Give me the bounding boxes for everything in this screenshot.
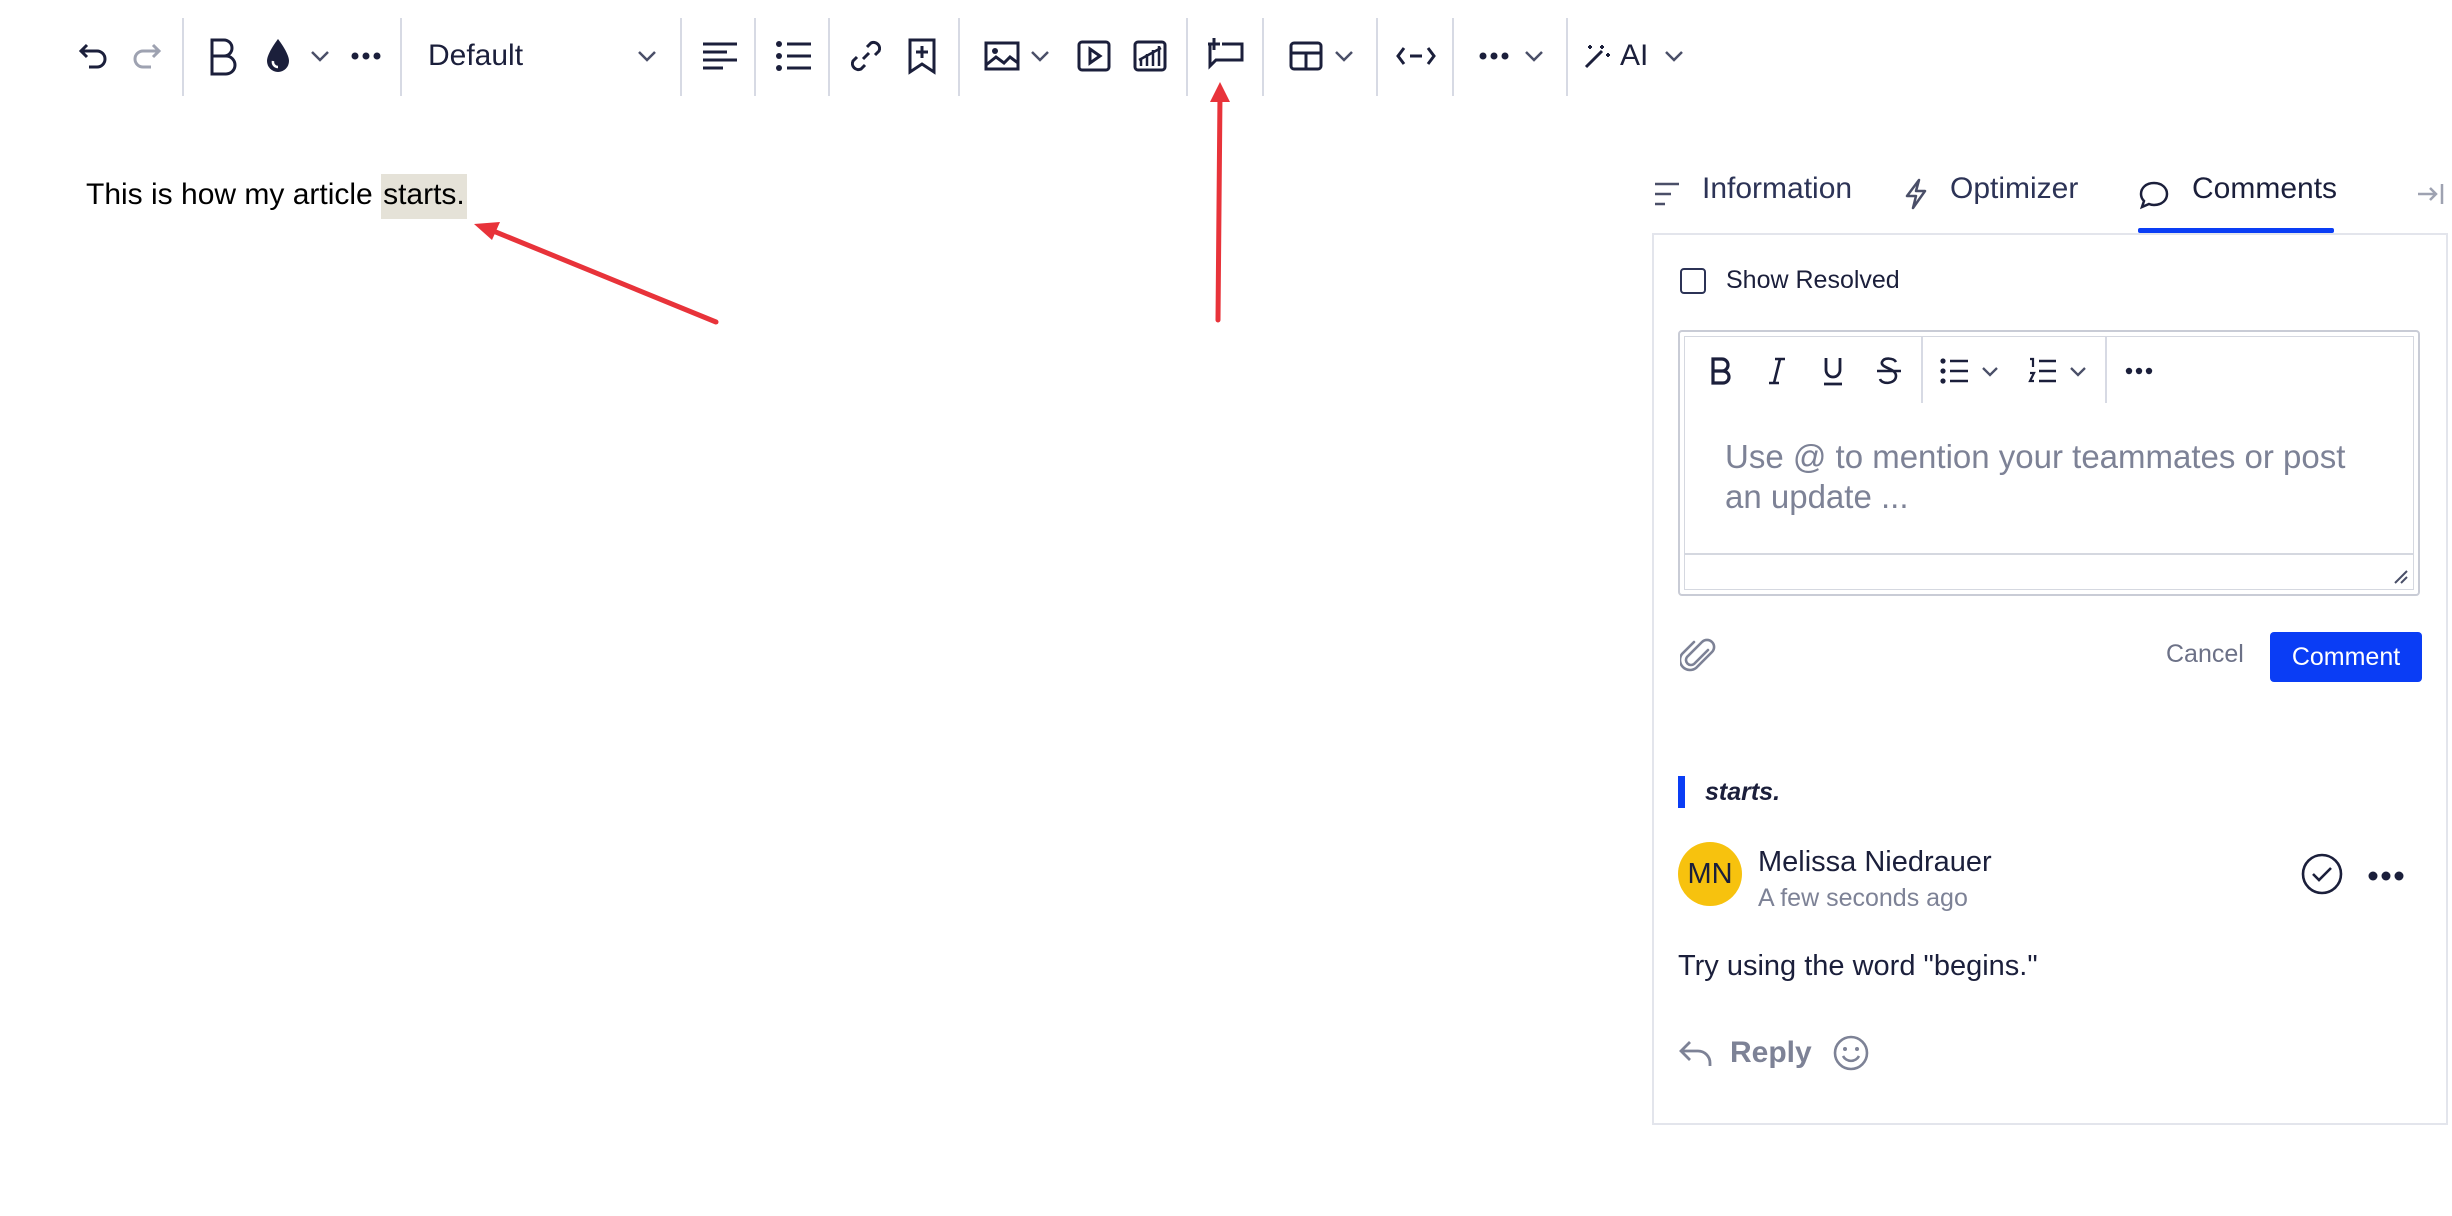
editor-screen: Default AI This is how my article starts…: [0, 0, 2452, 1216]
chart-icon[interactable]: [1126, 28, 1174, 84]
tab-comments[interactable]: Comments: [2138, 172, 2337, 236]
style-dropdown-value: Default: [428, 39, 524, 72]
reply-label: Reply: [1730, 1036, 1812, 1069]
chevron-down-icon[interactable]: [1330, 28, 1358, 84]
active-tab-indicator: [2138, 228, 2334, 233]
tab-information[interactable]: Information: [1654, 172, 1852, 236]
strikethrough-icon[interactable]: [1867, 349, 1911, 393]
more-icon[interactable]: [2117, 349, 2161, 393]
bullet-list-icon[interactable]: [1933, 349, 1977, 393]
show-resolved-toggle[interactable]: Show Resolved: [1680, 266, 1900, 295]
show-resolved-label: Show Resolved: [1726, 266, 1900, 294]
collapse-panel-icon: [2418, 184, 2444, 204]
arrow-to-highlight: [474, 222, 719, 325]
chevron-down-icon: [1665, 51, 1684, 62]
toolbar-separator: [400, 18, 402, 96]
more-icon[interactable]: [344, 28, 388, 84]
tab-label: Comments: [2192, 172, 2338, 205]
lightning-icon: [1905, 178, 1927, 210]
resize-handle-icon[interactable]: [2391, 567, 2409, 585]
toolbar-separator: [1566, 18, 1568, 96]
arrow-to-comment-button: [1210, 82, 1230, 323]
toolbar-separator: [958, 18, 960, 96]
article-body[interactable]: This is how my article starts.: [86, 174, 467, 219]
toolbar-separator: [1262, 18, 1264, 96]
expand-width-icon[interactable]: [1390, 28, 1442, 84]
redo-icon[interactable]: [126, 28, 170, 84]
link-icon[interactable]: [842, 28, 890, 84]
chevron-down-icon[interactable]: [1026, 28, 1054, 84]
composer-separator: [2105, 337, 2107, 403]
reply-icon: [1679, 1041, 1712, 1066]
chat-bubble-icon: [2139, 181, 2169, 210]
comment-timestamp: A few seconds ago: [1758, 884, 1968, 912]
chevron-down-icon[interactable]: [306, 28, 334, 84]
emoji-icon[interactable]: [1832, 1034, 1870, 1077]
resolve-check-icon[interactable]: [2300, 852, 2344, 901]
underline-icon[interactable]: [1811, 349, 1855, 393]
composer-status-bar: [1685, 553, 2413, 589]
comment-quote: starts.: [1678, 776, 1780, 808]
tab-label: Information: [1702, 172, 1853, 205]
ai-dropdown[interactable]: AI: [1582, 28, 1692, 84]
add-comment-icon[interactable]: [1200, 28, 1252, 84]
more-icon[interactable]: [1472, 28, 1516, 84]
align-left-icon[interactable]: [696, 28, 744, 84]
bold-icon[interactable]: [1699, 349, 1743, 393]
comment-input[interactable]: Use @ to mention your teammates or post …: [1725, 437, 2385, 517]
reply-button[interactable]: Reply: [1678, 1036, 1812, 1070]
avatar: MN: [1678, 842, 1742, 906]
bullet-list-icon[interactable]: [770, 28, 818, 84]
chevron-down-icon: [632, 28, 662, 84]
toolbar-separator: [828, 18, 830, 96]
text-color-icon[interactable]: [256, 28, 300, 84]
chevron-down-icon[interactable]: [2065, 349, 2091, 393]
composer-inner: Use @ to mention your teammates or post …: [1684, 336, 2414, 590]
list-icon: [1655, 182, 1679, 206]
toolbar-separator: [754, 18, 756, 96]
bookmark-add-icon[interactable]: [898, 28, 946, 84]
numbered-list-icon[interactable]: [2021, 349, 2065, 393]
tab-optimizer[interactable]: Optimizer: [1904, 172, 2078, 236]
ai-label: AI: [1620, 39, 1649, 72]
comment-composer: Use @ to mention your teammates or post …: [1678, 330, 2420, 596]
toolbar-separator: [1376, 18, 1378, 96]
comment-body: Try using the word "begins.": [1678, 950, 2038, 982]
quote-bar: [1678, 776, 1685, 808]
attach-icon[interactable]: [1678, 636, 1716, 681]
undo-icon[interactable]: [70, 28, 114, 84]
editor-toolbar: Default AI: [0, 0, 1700, 112]
sidebar-tabs: Information Optimizer Comments: [1648, 172, 2448, 236]
image-icon[interactable]: [978, 28, 1026, 84]
tab-label: Optimizer: [1950, 172, 2079, 205]
toolbar-separator: [1452, 18, 1454, 96]
italic-icon[interactable]: [1755, 349, 1799, 393]
composer-separator: [1921, 337, 1923, 403]
show-resolved-checkbox[interactable]: [1680, 267, 1706, 294]
toolbar-separator: [1186, 18, 1188, 96]
article-text: This is how my article: [86, 178, 382, 211]
video-icon[interactable]: [1070, 28, 1118, 84]
comment-author: Melissa Niedrauer: [1758, 846, 1992, 878]
comment-more-icon[interactable]: [2368, 868, 2404, 886]
collapse-sidebar-button[interactable]: [2416, 172, 2444, 236]
toolbar-separator: [182, 18, 184, 96]
comment-submit-button[interactable]: Comment: [2270, 632, 2422, 682]
table-icon[interactable]: [1282, 28, 1330, 84]
cancel-button[interactable]: Cancel: [2166, 640, 2244, 669]
chevron-down-icon[interactable]: [1520, 28, 1548, 84]
chevron-down-icon[interactable]: [1977, 349, 2003, 393]
bold-icon[interactable]: [200, 28, 244, 84]
highlighted-text[interactable]: starts.: [381, 174, 467, 219]
quote-text: starts.: [1705, 777, 1781, 806]
toolbar-separator: [680, 18, 682, 96]
ai-wand-icon: [1584, 45, 1610, 69]
